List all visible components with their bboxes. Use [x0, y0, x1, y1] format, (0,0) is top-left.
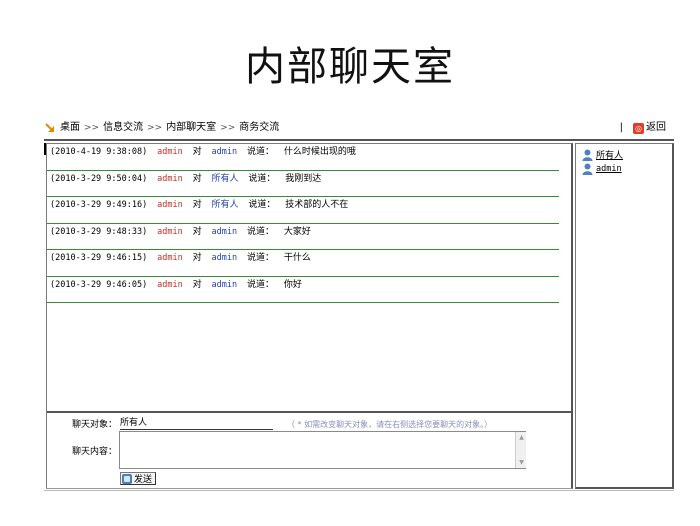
user-icon: [582, 149, 593, 161]
send-icon: [122, 473, 132, 484]
divider: |: [619, 122, 623, 133]
message-said: 说道：: [248, 200, 276, 210]
compose-panel: 聊天对象： 所有人 （ * 如需改变聊天对象，请在右侧选择您要聊天的对象。） 聊…: [46, 411, 573, 489]
message-row: (2010-3-29 9:48:33) admin 对 admin 说道： 大家…: [47, 224, 559, 250]
breadcrumb-info-exchange[interactable]: 信息交流: [103, 120, 143, 136]
message-list: (2010-4-19 9:38:08) admin 对 admin 说道： 什么…: [47, 144, 559, 303]
user-name[interactable]: 所有人: [596, 148, 623, 161]
user-icon: [582, 163, 593, 175]
message-sender[interactable]: admin: [157, 200, 183, 210]
breadcrumb-desktop[interactable]: 桌面: [60, 120, 80, 136]
message-time: (2010-3-29 9:46:15): [50, 253, 148, 263]
breadcrumb-current: 商务交流: [239, 122, 280, 133]
user-item-admin[interactable]: admin: [582, 163, 622, 175]
message-said: 说道：: [246, 147, 274, 157]
message-time: (2010-3-29 9:46:05): [50, 279, 148, 290]
message-sender[interactable]: admin: [157, 147, 183, 157]
message-row: (2010-3-29 9:46:15) admin 对 admin 说道： 干什…: [47, 250, 559, 277]
arrow-icon: [44, 122, 56, 134]
message-recipient[interactable]: admin: [211, 147, 237, 157]
send-label: 发送: [134, 475, 153, 485]
breadcrumb-chatroom[interactable]: 内部聊天室: [166, 120, 216, 136]
message-time: (2010-3-29 9:48:33): [50, 226, 148, 237]
breadcrumb-separator: >>: [84, 123, 100, 133]
message-text: 你好: [283, 279, 302, 290]
target-hint: （ * 如需改变聊天对象，请在右侧选择您要聊天的对象。）: [287, 420, 493, 429]
message-row: (2010-3-29 9:46:05) admin 对 admin 说道： 你好: [47, 277, 559, 303]
target-label: 聊天对象：: [72, 420, 118, 430]
target-field[interactable]: 所有人: [120, 417, 273, 430]
message-time: (2010-4-19 9:38:08): [50, 147, 148, 157]
message-text: 大家好: [283, 226, 311, 237]
back-link[interactable]: 返回: [646, 120, 666, 136]
message-said: 说道：: [246, 226, 274, 237]
message-sender[interactable]: admin: [157, 227, 183, 237]
breadcrumb-separator: >>: [147, 123, 163, 133]
header-divider: [44, 139, 674, 141]
user-name[interactable]: admin: [596, 164, 622, 174]
breadcrumb-separator: >>: [220, 123, 236, 133]
user-item-all[interactable]: 所有人: [582, 148, 623, 161]
message-time: (2010-3-29 9:50:04): [50, 173, 148, 184]
content-label: 聊天内容：: [72, 447, 118, 457]
send-button[interactable]: 发送: [120, 472, 157, 485]
message-sender[interactable]: admin: [157, 253, 183, 263]
message-panel[interactable]: (2010-4-19 9:38:08) admin 对 admin 说道： 什么…: [46, 143, 573, 413]
message-recipient[interactable]: admin: [211, 227, 237, 237]
message-verb: 对: [192, 200, 202, 210]
target-row: 聊天对象： 所有人 （ * 如需改变聊天对象，请在右侧选择您要聊天的对象。）: [72, 417, 492, 430]
message-row: (2010-3-29 9:49:16) admin 对 所有人 说道： 技术部的…: [47, 197, 559, 224]
message-said: 说道：: [248, 173, 276, 184]
message-verb: 对: [192, 226, 202, 237]
user-list-panel: 所有人 admin: [575, 143, 674, 489]
message-verb: 对: [192, 147, 202, 157]
scrollbar-track[interactable]: ▲ ▼: [515, 432, 526, 468]
message-text: 什么时候出现的哦: [283, 147, 356, 157]
scroll-up-icon[interactable]: ▲: [517, 433, 526, 442]
message-row: (2010-3-29 9:50:04) admin 对 所有人 说道： 我刚到达: [47, 171, 559, 197]
message-verb: 对: [192, 279, 202, 290]
message-said: 说道：: [246, 253, 274, 263]
message-recipient[interactable]: 所有人: [211, 200, 238, 210]
footer-divider: [44, 490, 674, 491]
breadcrumb: 桌面 >> 信息交流 >> 内部聊天室 >> 商务交流 | ◎ 返回: [44, 120, 674, 136]
message-time: (2010-3-29 9:49:16): [50, 200, 148, 210]
back-area: | ◎ 返回: [620, 120, 666, 136]
message-sender[interactable]: admin: [157, 174, 183, 184]
message-sender[interactable]: admin: [157, 280, 183, 290]
message-said: 说道：: [246, 279, 274, 290]
message-row: (2010-4-19 9:38:08) admin 对 admin 说道： 什么…: [47, 144, 559, 171]
message-recipient[interactable]: admin: [211, 253, 237, 263]
message-verb: 对: [192, 173, 202, 184]
message-recipient[interactable]: admin: [211, 280, 237, 290]
message-text: 技术部的人不在: [285, 200, 349, 210]
scroll-down-icon[interactable]: ▼: [517, 458, 526, 467]
message-text: 我刚到达: [285, 173, 322, 184]
message-text: 干什么: [283, 253, 311, 263]
back-icon[interactable]: ◎: [633, 122, 644, 134]
textarea-scrollbar[interactable]: ▲ ▼: [515, 432, 526, 468]
message-textarea[interactable]: [119, 431, 526, 469]
message-recipient[interactable]: 所有人: [211, 174, 238, 184]
message-verb: 对: [192, 253, 202, 263]
page-title: 内部聊天室: [245, 44, 455, 90]
